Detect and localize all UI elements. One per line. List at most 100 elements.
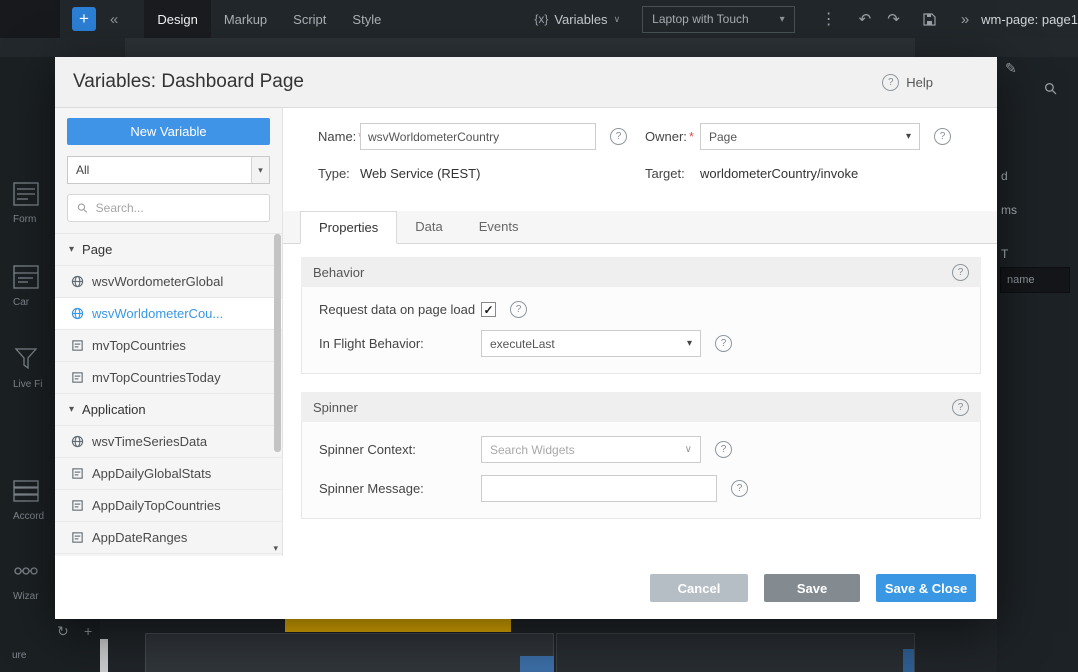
tab-style[interactable]: Style <box>339 0 394 38</box>
type-label: Type: <box>318 166 360 181</box>
save-button[interactable]: Save <box>764 574 860 602</box>
spinner-message-help-icon[interactable] <box>731 480 748 497</box>
cancel-button[interactable]: Cancel <box>650 574 748 602</box>
variable-search[interactable] <box>67 194 270 222</box>
variable-item[interactable]: wsvWordometerGlobal <box>55 266 282 298</box>
palette-item-card[interactable]: Car <box>0 265 55 308</box>
scroll-down-icon[interactable] <box>273 543 278 554</box>
save-and-close-button[interactable]: Save & Close <box>876 574 976 602</box>
model-variable-icon <box>71 467 84 480</box>
expand-panel-icon[interactable] <box>961 11 969 28</box>
widget-palette-rail: Form Car Live Fi Accord Wizar <box>0 57 55 619</box>
spinner-context-label: Spinner Context: <box>319 442 481 457</box>
in-flight-label: In Flight Behavior: <box>319 336 481 351</box>
dialog-header: Variables: Dashboard Page Help <box>55 57 997 108</box>
in-flight-help-icon[interactable] <box>715 335 732 352</box>
spinner-context-select[interactable]: Search Widgets <box>481 436 701 463</box>
tab-markup[interactable]: Markup <box>211 0 280 38</box>
tab-data[interactable]: Data <box>397 211 460 243</box>
scrollbar-thumb[interactable] <box>274 234 281 452</box>
palette-item-wizard[interactable]: Wizar <box>0 559 55 602</box>
web-service-icon <box>71 275 84 288</box>
caret-down-icon <box>69 244 74 255</box>
help-link[interactable]: Help <box>882 74 933 91</box>
chevron-down-icon <box>685 444 692 455</box>
owner-select[interactable]: Page <box>700 123 920 150</box>
variable-item[interactable]: wsvTimeSeriesData <box>55 426 282 458</box>
caret-down-icon <box>780 14 785 25</box>
tab-events[interactable]: Events <box>461 211 537 243</box>
tab-properties[interactable]: Properties <box>300 211 397 244</box>
canvas-bottom <box>100 619 997 672</box>
web-service-icon <box>71 435 84 448</box>
variable-item[interactable]: AppDailyTopCountries <box>55 490 282 522</box>
collapse-panel-icon[interactable] <box>110 11 118 28</box>
refresh-icon[interactable] <box>57 623 69 640</box>
spinner-help-icon[interactable] <box>952 399 969 416</box>
behavior-help-icon[interactable] <box>952 264 969 281</box>
caret-down-icon <box>906 131 911 142</box>
name-help-icon[interactable] <box>610 128 627 145</box>
filter-icon <box>13 347 39 371</box>
request-on-load-checkbox[interactable] <box>481 302 496 317</box>
save-icon[interactable] <box>922 12 937 27</box>
redo-icon[interactable] <box>887 10 900 28</box>
palette-item-label: Wizar <box>13 591 55 602</box>
palette-item-accordion[interactable]: Accord <box>0 479 55 522</box>
required-marker: * <box>689 129 694 144</box>
palette-item-form[interactable]: Form <box>0 182 55 225</box>
cut-text-fragment: T <box>1001 247 1008 261</box>
add-button[interactable] <box>72 7 96 31</box>
help-icon <box>882 74 899 91</box>
type-target-row: Type: Web Service (REST) Target: worldom… <box>318 166 981 181</box>
variable-group-page[interactable]: Page <box>55 234 282 266</box>
model-variable-icon <box>71 371 84 384</box>
variable-item[interactable]: mvTopCountriesToday <box>55 362 282 394</box>
canvas-top-strip <box>0 38 1078 57</box>
tab-design[interactable]: Design <box>144 0 210 38</box>
screen: Design Markup Script Style {x} Variables… <box>0 0 1078 672</box>
variable-filter-select[interactable]: All <box>67 156 270 184</box>
search-icon[interactable] <box>1044 82 1057 100</box>
wizard-icon <box>13 559 39 583</box>
variable-item-selected[interactable]: wsvWorldometerCou... <box>55 298 282 330</box>
canvas-panel-fragment <box>556 633 915 672</box>
type-value: Web Service (REST) <box>360 166 645 181</box>
model-variable-icon <box>71 499 84 512</box>
variable-item[interactable]: AppDateRanges <box>55 522 282 554</box>
tab-script[interactable]: Script <box>280 0 339 38</box>
model-variable-icon <box>71 531 84 544</box>
spinner-section-body: Spinner Context: Search Widgets Spinner … <box>301 422 981 519</box>
device-selector[interactable]: Laptop with Touch <box>642 6 795 33</box>
cut-input-fragment: name <box>1000 267 1070 293</box>
variables-menu[interactable]: {x} Variables <box>534 12 620 27</box>
plus-icon[interactable] <box>84 623 92 639</box>
new-variable-button[interactable]: New Variable <box>67 118 270 145</box>
owner-help-icon[interactable] <box>934 128 951 145</box>
more-options-icon[interactable] <box>821 9 837 29</box>
palette-item-label: Form <box>13 214 55 225</box>
in-flight-select[interactable]: executeLast <box>481 330 701 357</box>
canvas-fragment <box>903 649 914 672</box>
undo-icon[interactable] <box>859 10 872 28</box>
variable-item[interactable]: AppDailyGlobalStats <box>55 458 282 490</box>
spinner-section: Spinner Spinner Context: Search Widgets <box>318 392 981 519</box>
help-label: Help <box>906 75 933 90</box>
palette-item-live-filter[interactable]: Live Fi <box>0 347 55 390</box>
spinner-context-help-icon[interactable] <box>715 441 732 458</box>
variable-name-input[interactable] <box>360 123 596 150</box>
variables-dialog: Variables: Dashboard Page Help New Varia… <box>55 57 997 619</box>
edit-icon[interactable] <box>1005 60 1017 77</box>
canvas-panel-fragment <box>145 633 554 672</box>
search-input[interactable] <box>94 200 260 216</box>
canvas-top-strip-inner <box>125 38 915 57</box>
request-on-load-help-icon[interactable] <box>510 301 527 318</box>
palette-item-label: Accord <box>13 511 55 522</box>
spinner-message-input[interactable] <box>481 475 717 502</box>
dialog-footer: Cancel Save Save & Close <box>55 557 997 619</box>
variable-item[interactable]: mvTopCountries <box>55 330 282 362</box>
accordion-icon <box>13 479 39 503</box>
variable-group-application[interactable]: Application <box>55 394 282 426</box>
spinner-message-label: Spinner Message: <box>319 481 481 496</box>
spinner-context-placeholder: Search Widgets <box>490 443 575 457</box>
